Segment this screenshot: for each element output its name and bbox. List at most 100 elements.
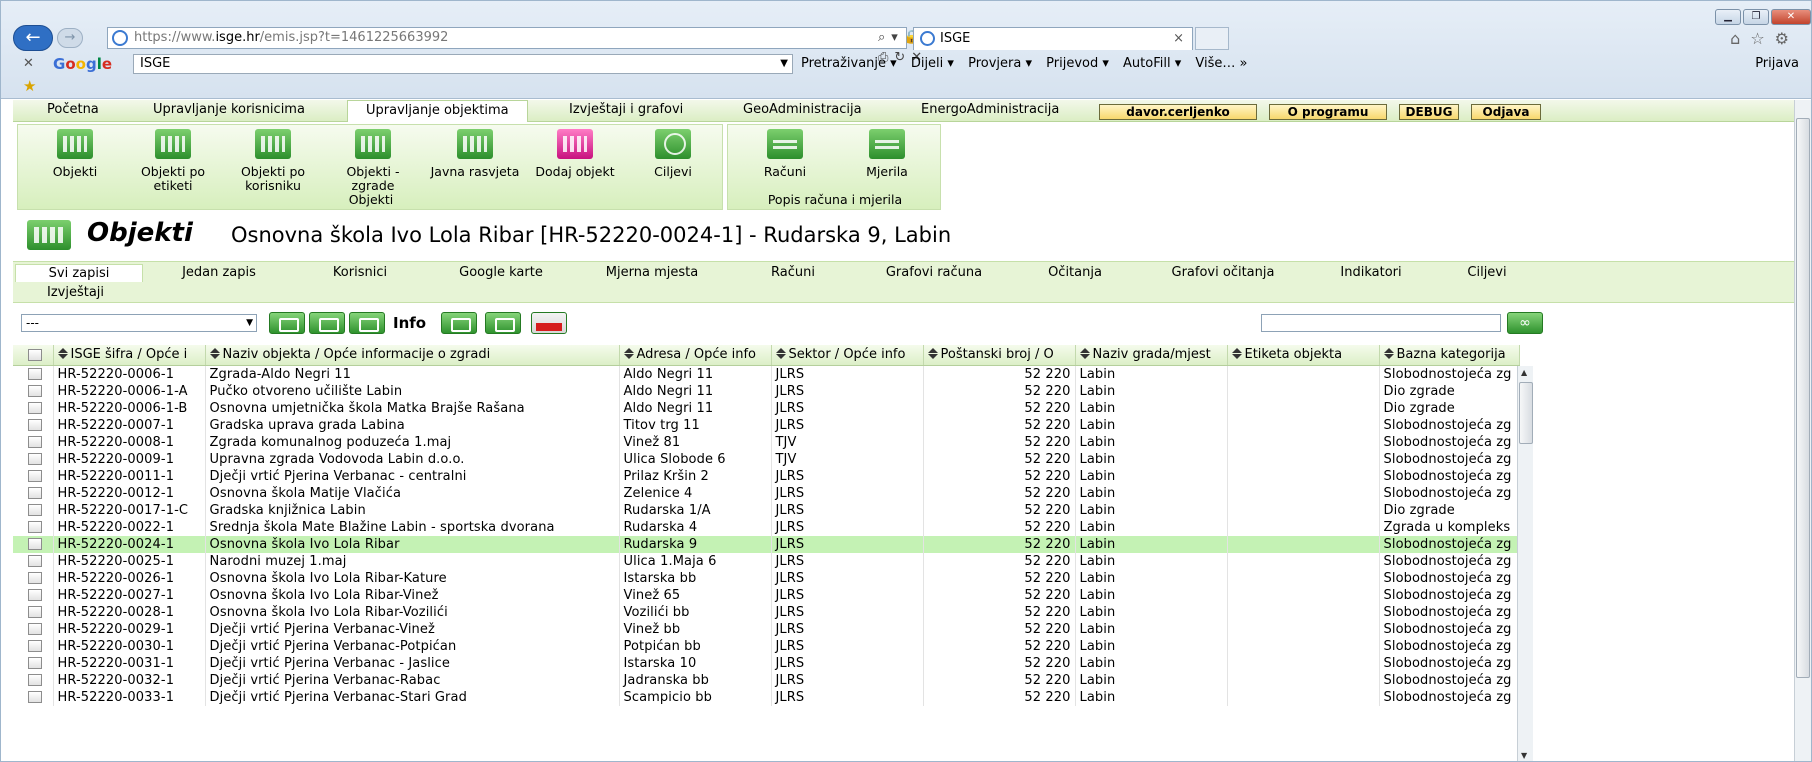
favorites-star-icon[interactable]: ★ <box>23 77 36 95</box>
column-header-sifra[interactable]: ISGE šifra / Opće i <box>53 345 206 366</box>
scroll-down-icon[interactable]: ▼ <box>1521 751 1527 760</box>
new-tab-button[interactable] <box>1195 27 1229 50</box>
close-window-button[interactable]: ✕ <box>1771 9 1811 25</box>
page-size-button[interactable] <box>349 312 385 334</box>
row-checkbox[interactable] <box>13 671 54 689</box>
ribbon-racuni-button[interactable]: Računi <box>740 129 830 179</box>
tab-ciljevi[interactable]: Ciljevi <box>1437 264 1537 282</box>
tab-google-karte[interactable]: Google karte <box>431 264 571 282</box>
toolbar-item-prijevod[interactable]: Prijevod ▾ <box>1046 56 1109 71</box>
row-checkbox[interactable] <box>13 501 54 519</box>
menu-energoadministracija[interactable]: EnergoAdministracija <box>921 100 1059 122</box>
row-checkbox[interactable] <box>13 586 54 604</box>
page-scrollbar[interactable] <box>1794 100 1811 761</box>
tab-svi-zapisi[interactable]: Svi zapisi <box>15 264 143 282</box>
column-header-grad[interactable]: Naziv grada/mjest <box>1075 345 1228 366</box>
ribbon-objekti-po-etiketi-button[interactable]: Objekti po etiketi <box>128 129 218 193</box>
address-bar[interactable]: https://www.isge.hr/emis.jsp?t=146122566… <box>107 27 922 65</box>
row-checkbox[interactable] <box>13 688 54 706</box>
column-header-naziv[interactable]: Naziv objekta / Opće informacije o zgrad… <box>205 345 620 366</box>
ribbon-mjerila-button[interactable]: Mjerila <box>842 129 932 179</box>
tab-mjerna-mjesta[interactable]: Mjerna mjesta <box>577 264 727 282</box>
row-checkbox[interactable] <box>13 654 54 672</box>
menu-geoadministracija[interactable]: GeoAdministracija <box>743 100 862 122</box>
row-checkbox[interactable] <box>13 484 54 502</box>
about-button[interactable]: O programu <box>1269 104 1387 120</box>
google-search-input[interactable]: ISGE ▼ <box>133 54 793 74</box>
scroll-up-icon[interactable]: ▲ <box>1521 368 1527 377</box>
tab-indikatori[interactable]: Indikatori <box>1311 264 1431 282</box>
column-header-postanski-broj[interactable]: Poštanski broj / O <box>923 345 1076 366</box>
tab-ocitanja[interactable]: Očitanja <box>1015 264 1135 282</box>
table-row[interactable]: HR-52220-0007-1 Gradska uprava grada Labi… <box>13 416 1520 434</box>
column-header-etiketa[interactable]: Etiketa objekta <box>1227 345 1380 366</box>
back-button[interactable]: ← <box>13 25 53 51</box>
user-button[interactable]: davor.cerljenko <box>1099 104 1257 120</box>
row-checkbox[interactable] <box>13 535 54 553</box>
tab-racuni[interactable]: Računi <box>733 264 853 282</box>
ribbon-objekti-zgrade-button[interactable]: Objekti - zgrade <box>328 129 418 193</box>
tab-grafovi-racuna[interactable]: Grafovi računa <box>859 264 1009 282</box>
minimize-button[interactable]: ▁ <box>1715 9 1741 25</box>
table-row[interactable]: HR-52220-0024-1 Osnovna škola Ivo Lola Ri… <box>13 535 1520 553</box>
grid-scrollbar-thumb[interactable] <box>1519 382 1533 444</box>
browser-tab[interactable]: ISGE × <box>913 27 1193 50</box>
delete-button[interactable] <box>531 312 567 334</box>
table-row[interactable]: HR-52220-0006-1-B Osnovna umjetnička škol… <box>13 399 1520 417</box>
column-header-adresa[interactable]: Adresa / Opće info <box>619 345 772 366</box>
ribbon-ciljevi-button[interactable]: Ciljevi <box>628 129 718 179</box>
row-checkbox[interactable] <box>13 620 54 638</box>
search-filter-button[interactable] <box>309 312 345 334</box>
tab-grafovi-ocitanja[interactable]: Grafovi očitanja <box>1141 264 1305 282</box>
binoculars-search-button[interactable]: ∞ <box>1507 312 1543 334</box>
table-row[interactable]: HR-52220-0017-1-C Gradska knjižnica Labin… <box>13 501 1520 519</box>
row-checkbox[interactable] <box>13 467 54 485</box>
ribbon-javna-rasvjeta-button[interactable]: Javna rasvjeta <box>430 129 520 179</box>
table-row[interactable]: HR-52220-0026-1 Osnovna škola Ivo Lola Ri… <box>13 569 1520 587</box>
column-header-bazna-kategorija[interactable]: Bazna kategorija <box>1379 345 1520 366</box>
toolbar-item-vise[interactable]: Više… » <box>1195 56 1247 71</box>
grid-search-input[interactable] <box>1261 314 1501 332</box>
ribbon-objekti-po-korisniku-button[interactable]: Objekti po korisniku <box>228 129 318 193</box>
grid-scrollbar[interactable]: ▲ ▼ <box>1517 366 1533 761</box>
toolbar-item-dijeli[interactable]: Dijeli ▾ <box>911 56 954 71</box>
google-login-link[interactable]: Prijava <box>1755 53 1799 75</box>
row-checkbox[interactable] <box>13 518 54 536</box>
chevron-down-icon[interactable]: ▼ <box>780 55 788 73</box>
column-header-sektor[interactable]: Sektor / Opće info <box>771 345 924 366</box>
row-checkbox[interactable] <box>13 552 54 570</box>
browser-favorites-icons[interactable]: ⌂☆⚙ <box>1730 29 1799 48</box>
debug-button[interactable]: DEBUG <box>1399 104 1459 120</box>
toolbar-close-icon[interactable]: ✕ <box>23 53 34 75</box>
ribbon-dodaj-objekt-button[interactable]: Dodaj objekt <box>530 129 620 179</box>
row-checkbox[interactable] <box>13 637 54 655</box>
menu-pocetna[interactable]: Početna <box>47 100 99 122</box>
filter-funnel-button[interactable] <box>269 312 305 334</box>
row-checkbox[interactable] <box>13 416 54 434</box>
menu-izvjestaji-i-grafovi[interactable]: Izvještaji i grafovi <box>569 100 683 122</box>
logout-button[interactable]: Odjava <box>1471 104 1541 120</box>
table-row[interactable]: HR-52220-0030-1 Dječji vrtić Pjerina Verb… <box>13 637 1520 655</box>
table-row[interactable]: HR-52220-0027-1 Osnovna škola Ivo Lola Ri… <box>13 586 1520 604</box>
menu-upravljanje-korisnicima[interactable]: Upravljanje korisnicima <box>153 100 305 122</box>
tag-filter-button[interactable] <box>485 312 521 334</box>
ribbon-objekti-button[interactable]: Objekti <box>30 129 120 179</box>
forward-button[interactable]: → <box>57 28 83 48</box>
table-row[interactable]: HR-52220-0031-1 Dječji vrtić Pjerina Verb… <box>13 654 1520 672</box>
row-checkbox[interactable] <box>13 433 54 451</box>
tab-close-icon[interactable]: × <box>1173 28 1184 49</box>
info-label[interactable]: Info <box>393 314 426 332</box>
maximize-button[interactable]: ❐ <box>1743 9 1769 25</box>
table-row[interactable]: HR-52220-0029-1 Dječji vrtić Pjerina Verb… <box>13 620 1520 638</box>
row-checkbox[interactable] <box>13 382 54 400</box>
table-row[interactable]: HR-52220-0006-1 Zgrada-Aldo Negri 11 Aldo … <box>13 365 1520 383</box>
table-row[interactable]: HR-52220-0028-1 Osnovna škola Ivo Lola Ri… <box>13 603 1520 621</box>
table-row[interactable]: HR-52220-0012-1 Osnovna škola Matije Vlač… <box>13 484 1520 502</box>
tab-izvjestaji[interactable]: Izvještaji <box>47 284 104 302</box>
table-row[interactable]: HR-52220-0025-1 Narodni muzej 1.maj Ulica … <box>13 552 1520 570</box>
table-row[interactable]: HR-52220-0011-1 Dječji vrtić Pjerina Verb… <box>13 467 1520 485</box>
menu-upravljanje-objektima[interactable]: Upravljanje objektima <box>347 100 528 122</box>
table-row[interactable]: HR-52220-0022-1 Srednja škola Mate Blažin… <box>13 518 1520 536</box>
table-row[interactable]: HR-52220-0006-1-A Pučko otvoreno učilište… <box>13 382 1520 400</box>
tab-jedan-zapis[interactable]: Jedan zapis <box>149 264 289 282</box>
